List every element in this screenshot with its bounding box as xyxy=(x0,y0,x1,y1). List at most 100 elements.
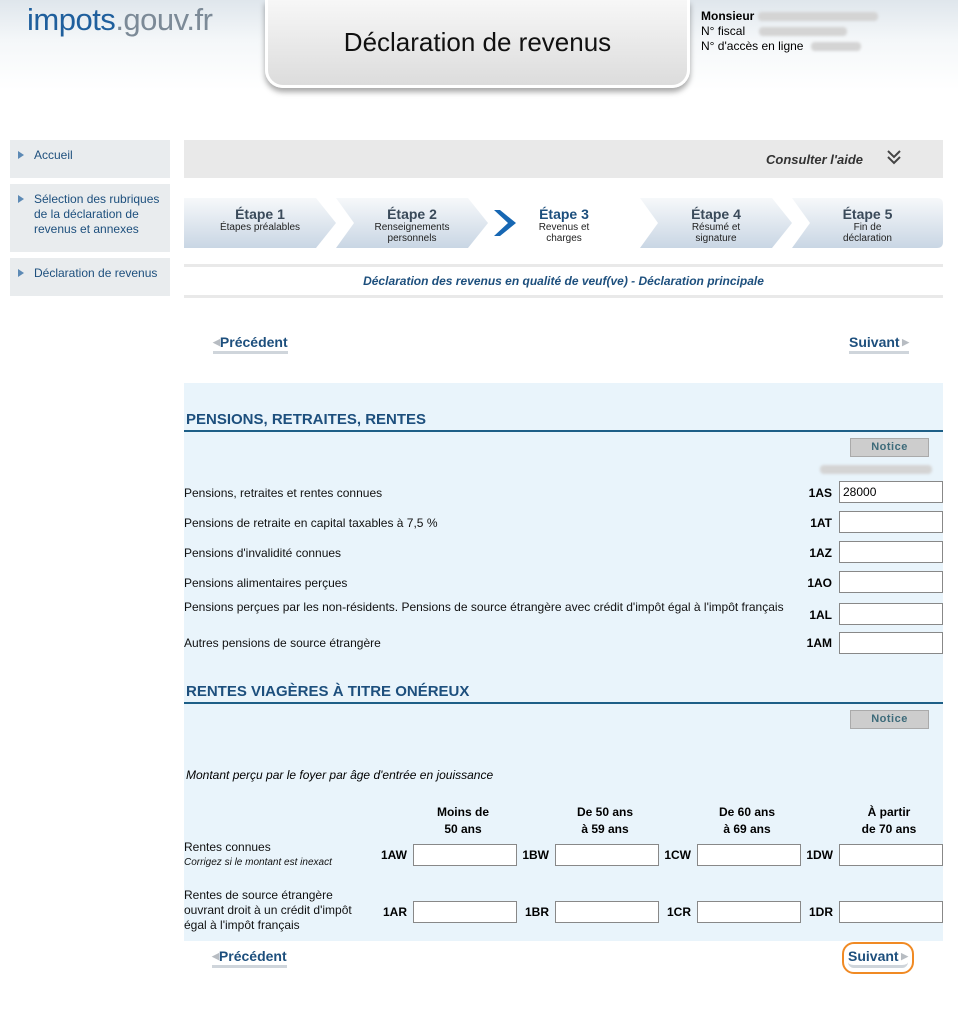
code-1cr: 1CR xyxy=(666,905,691,919)
user-civility: Monsieur xyxy=(701,9,755,23)
help-link[interactable]: Consulter l'aide xyxy=(766,152,863,167)
rentes-etrangeres-label: Rentes de source étrangère ouvrant droit… xyxy=(184,888,352,932)
section-title-rentes: RENTES VIAGÈRES À TITRE ONÉREUX xyxy=(184,683,943,704)
sidebar-item-declaration[interactable]: Déclaration de revenus xyxy=(10,258,170,296)
column-header-line: À partir xyxy=(867,805,911,819)
code-1al: 1AL xyxy=(809,608,832,622)
step-3-current: Étape 3 Revenus et charges xyxy=(488,198,640,248)
column-header-50-59: De 50 ans à 59 ans xyxy=(555,804,655,838)
user-info: Monsieur N° fiscal N° d'accès en ligne xyxy=(701,9,879,54)
row-label-1az: Pensions d'invalidité connues xyxy=(184,546,342,560)
declaration-type-banner: Déclaration des revenus en qualité de ve… xyxy=(184,264,943,298)
notice-button-pensions[interactable]: Notice xyxy=(850,438,929,457)
input-1at[interactable] xyxy=(839,511,943,533)
page-title-box: Déclaration de revenus xyxy=(265,0,690,88)
form-panel: PENSIONS, RETRAITES, RENTES Notice Pensi… xyxy=(184,383,943,941)
fiscal-number-label: N° fiscal xyxy=(701,24,746,38)
code-1am: 1AM xyxy=(806,636,832,650)
row-label-1al: Pensions perçues par les non-résidents. … xyxy=(184,600,784,614)
column-header-line: à 69 ans xyxy=(723,822,771,836)
column-header-70-plus: À partir de 70 ans xyxy=(839,804,939,838)
input-1am[interactable] xyxy=(839,632,943,654)
column-header-line: de 70 ans xyxy=(861,822,917,836)
next-label: Suivant xyxy=(849,334,900,350)
input-1ar[interactable] xyxy=(413,901,517,923)
sidebar-item-selection-rubriques[interactable]: Sélection des rubriques de la déclaratio… xyxy=(10,184,170,252)
input-1aw[interactable] xyxy=(413,844,517,866)
input-1cr[interactable] xyxy=(697,901,801,923)
double-chevron-down-icon[interactable] xyxy=(885,146,903,168)
notice-button-rentes[interactable]: Notice xyxy=(850,710,929,729)
next-link-bottom[interactable]: Suivant ▶ xyxy=(842,942,914,974)
sidebar-item-label: Accueil xyxy=(34,148,73,162)
arrow-right-icon: ▶ xyxy=(898,951,908,961)
step-title: Étape 1 xyxy=(235,206,285,222)
row-label-1as: Pensions, retraites et rentes connues xyxy=(184,486,383,500)
input-1dw[interactable] xyxy=(839,844,943,866)
row-label-1at: Pensions de retraite en capital taxables… xyxy=(184,516,438,530)
arrow-right-icon xyxy=(18,195,24,203)
step-title: Étape 5 xyxy=(842,206,893,222)
previous-label: Précédent xyxy=(218,948,287,964)
input-1ao[interactable] xyxy=(839,571,943,593)
code-1at: 1AT xyxy=(810,516,832,530)
arrow-right-icon xyxy=(18,269,24,277)
step-title: Étape 4 xyxy=(691,206,741,222)
redacted-info xyxy=(820,465,932,474)
input-1br[interactable] xyxy=(555,901,659,923)
sidebar-item-label: Sélection des rubriques de la déclaratio… xyxy=(34,192,160,236)
site-logo[interactable]: impots.gouv.fr xyxy=(27,2,213,38)
step-subtitle: Fin de déclaration xyxy=(843,222,892,244)
input-1as[interactable] xyxy=(839,481,943,503)
logo-text-main: impots xyxy=(27,2,116,37)
code-1aw: 1AW xyxy=(380,848,407,862)
page-title: Déclaration de revenus xyxy=(343,27,612,57)
rentes-connues-label: Rentes connues Corrigez si le montant es… xyxy=(184,840,332,870)
next-label: Suivant xyxy=(848,948,899,964)
input-1dr[interactable] xyxy=(839,901,943,923)
rentes-connues-note: Corrigez si le montant est inexact xyxy=(184,857,332,868)
section-title-pensions: PENSIONS, RETRAITES, RENTES xyxy=(184,411,943,432)
code-1br: 1BR xyxy=(524,905,549,919)
input-1al[interactable] xyxy=(839,603,943,625)
previous-label: Précédent xyxy=(219,334,288,350)
step-5: Étape 5 Fin de déclaration xyxy=(792,198,943,248)
step-subtitle: Étapes préalables xyxy=(219,222,301,233)
input-1cw[interactable] xyxy=(697,844,801,866)
code-1dw: 1DW xyxy=(806,848,833,862)
code-1dr: 1DR xyxy=(808,905,833,919)
step-4: Étape 4 Résumé et signature xyxy=(640,198,792,248)
step-subtitle: Renseignements personnels xyxy=(374,222,450,244)
step-1: Étape 1 Étapes préalables xyxy=(184,198,336,248)
redacted-access-number xyxy=(811,42,862,51)
previous-link-top[interactable]: ◀Précédent xyxy=(213,334,288,354)
code-1az: 1AZ xyxy=(809,546,832,560)
code-1bw: 1BW xyxy=(522,848,549,862)
help-bar[interactable]: Consulter l'aide xyxy=(184,140,943,178)
arrow-right-icon xyxy=(18,151,24,159)
previous-link-bottom[interactable]: ◀Précédent xyxy=(212,948,287,968)
input-1bw[interactable] xyxy=(555,844,659,866)
step-title: Étape 3 xyxy=(539,206,589,222)
arrow-right-icon: ▶ xyxy=(899,337,909,347)
code-1as: 1AS xyxy=(808,486,832,500)
input-1az[interactable] xyxy=(839,541,943,563)
logo-text-domain: .gouv.fr xyxy=(115,2,213,37)
step-progress: Étape 1 Étapes préalables Étape 2 Rensei… xyxy=(184,198,943,248)
column-header-line: à 59 ans xyxy=(581,822,629,836)
redacted-user-name xyxy=(758,12,879,21)
arrow-left-icon: ◀ xyxy=(213,337,220,347)
column-header-60-69: De 60 ans à 69 ans xyxy=(697,804,797,838)
step-subtitle: Revenus et charges xyxy=(538,222,590,244)
column-header-line: De 60 ans xyxy=(718,805,776,819)
sidebar-item-accueil[interactable]: Accueil xyxy=(10,140,170,178)
row-label-1ao: Pensions alimentaires perçues xyxy=(184,576,348,590)
step-subtitle: Résumé et signature xyxy=(691,222,741,244)
code-1cw: 1CW xyxy=(664,848,691,862)
step-2: Étape 2 Renseignements personnels xyxy=(336,198,488,248)
next-link-top[interactable]: Suivant ▶ xyxy=(849,334,909,354)
redacted-fiscal-number xyxy=(759,27,848,36)
row-label-1am: Autres pensions de source étrangère xyxy=(184,636,381,650)
sidebar-item-label: Déclaration de revenus xyxy=(34,266,158,280)
arrow-left-icon: ◀ xyxy=(212,951,219,961)
